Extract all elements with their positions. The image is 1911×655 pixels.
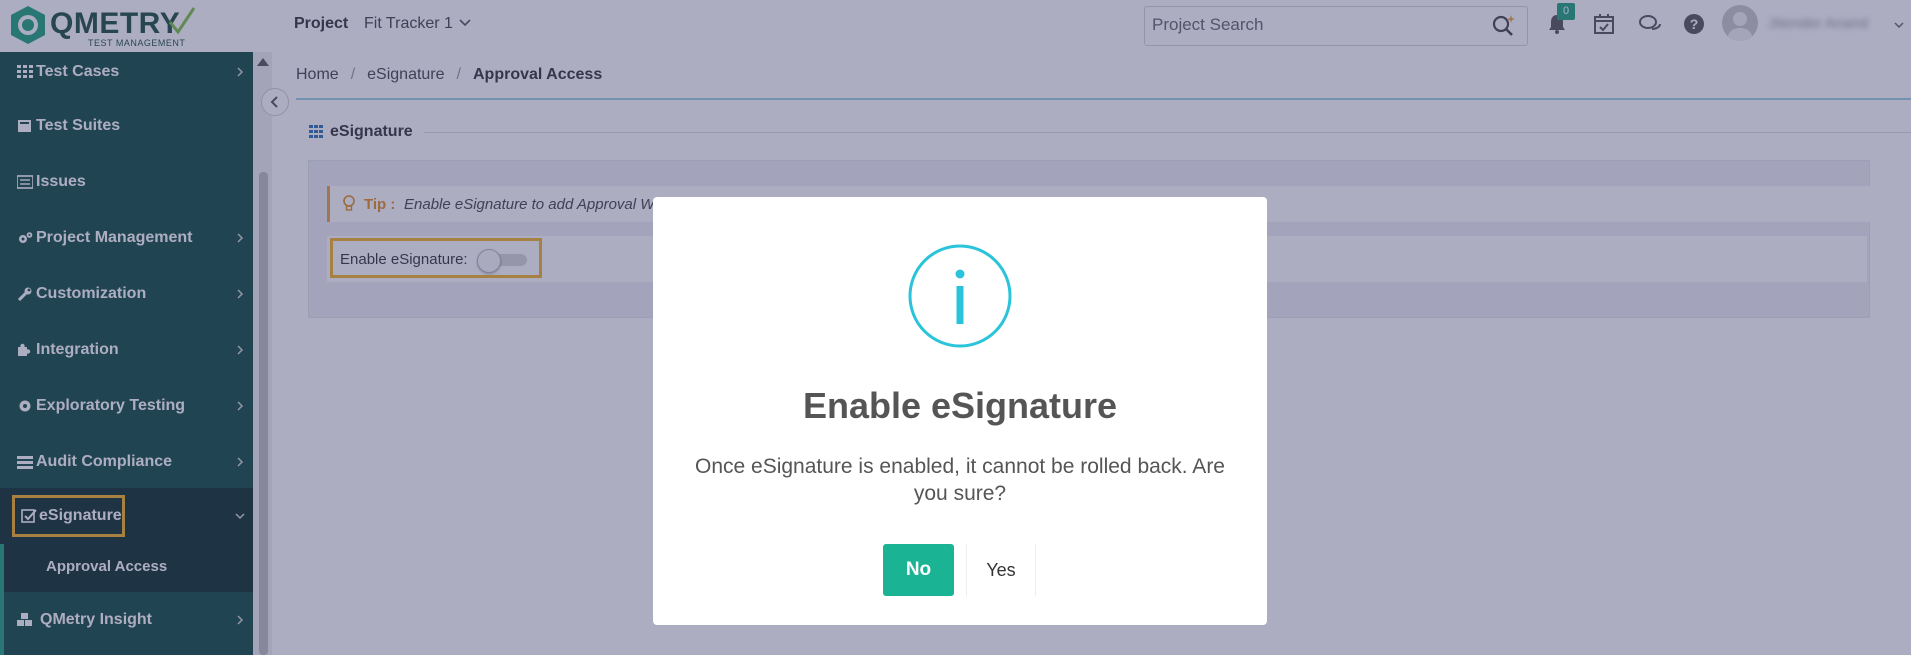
info-icon [908,244,1012,348]
yes-button[interactable]: Yes [966,544,1036,596]
confirm-dialog: Enable eSignature Once eSignature is ena… [653,197,1267,625]
dialog-message: Once eSignature is enabled, it cannot be… [694,455,1225,505]
no-button[interactable]: No [883,544,954,596]
dialog-title: Enable eSignature [802,385,1118,426]
